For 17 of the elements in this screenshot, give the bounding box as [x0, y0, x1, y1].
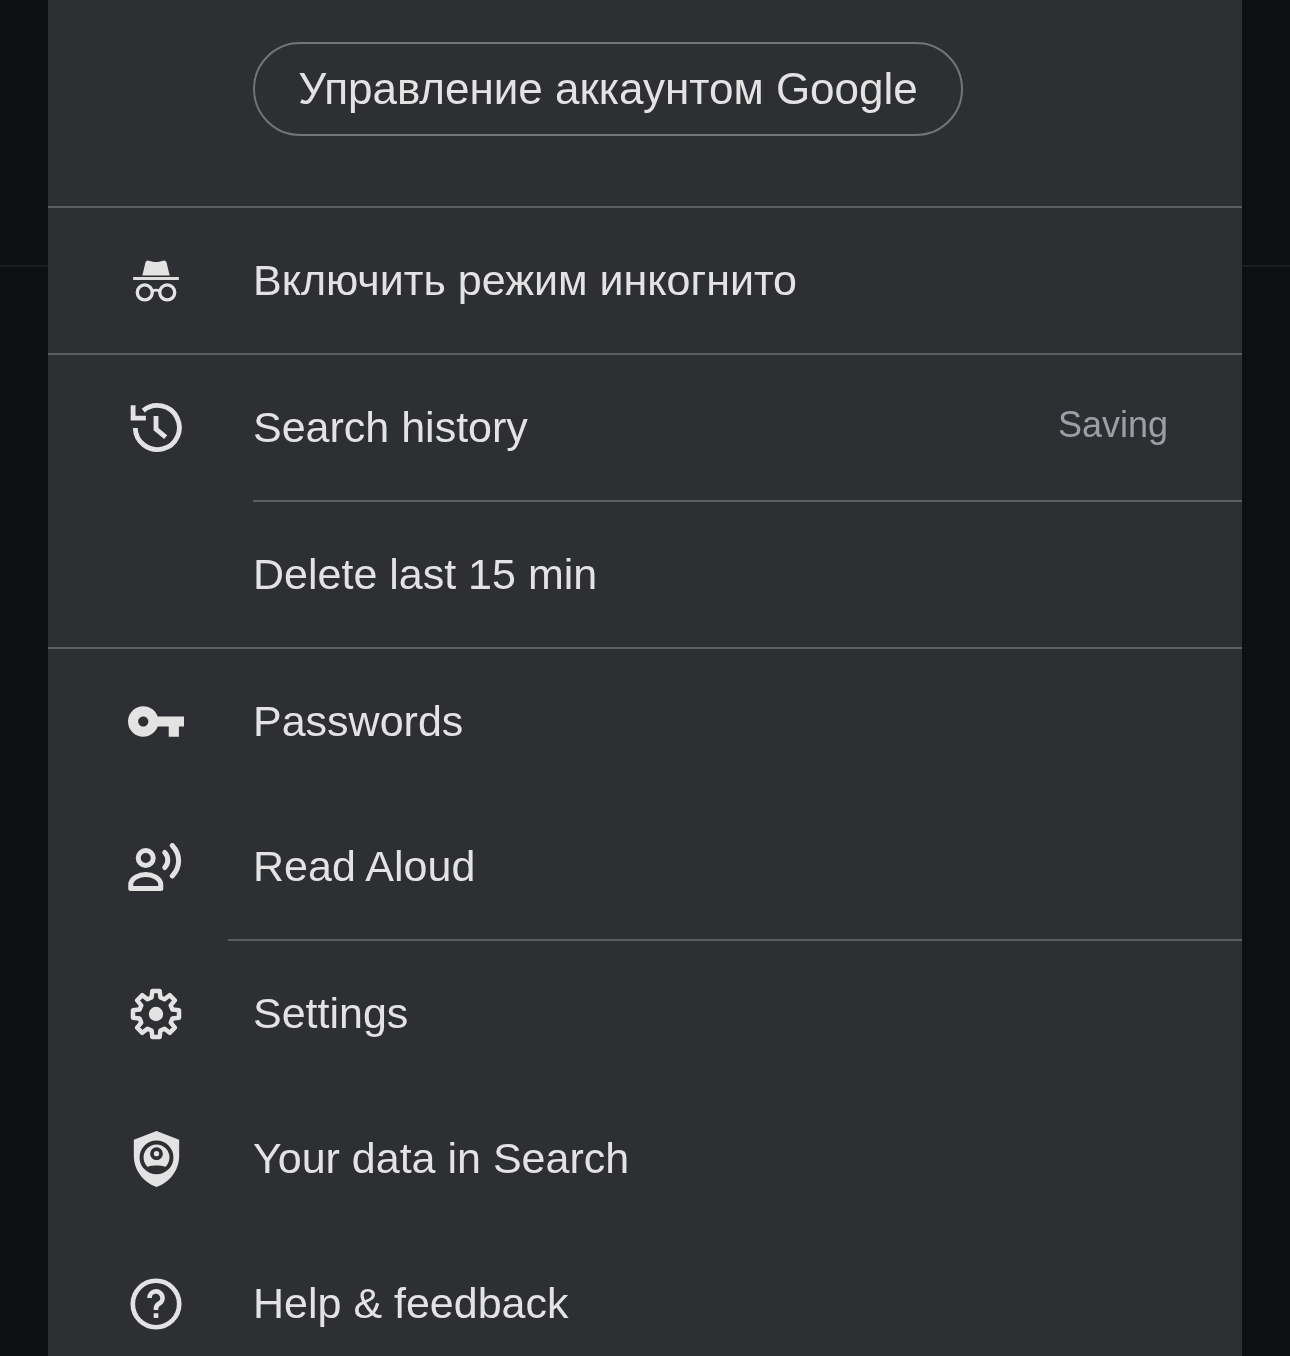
- key-icon: [128, 706, 184, 737]
- menu-item[interactable]: Help & feedback: [128, 1271, 569, 1336]
- speaking-person-icon: [128, 842, 184, 891]
- manage-account-button[interactable]: Управление аккаунтом Google: [253, 42, 963, 136]
- history-icon: [130, 401, 182, 454]
- status-text: Saving: [1057, 402, 1168, 447]
- menu-item[interactable]: Read Aloud: [128, 834, 476, 899]
- menu-item[interactable]: Passwords: [128, 689, 464, 754]
- shield-person-icon: [132, 1130, 180, 1187]
- menu-item[interactable]: Включить режим инкогнито: [128, 248, 798, 313]
- settings-icon: [130, 987, 182, 1040]
- menu-item[interactable]: Search history: [128, 395, 528, 460]
- menu-item[interactable]: Delete last 15 min: [253, 542, 598, 607]
- help-icon: [130, 1277, 182, 1330]
- menu-item[interactable]: Settings: [128, 981, 409, 1046]
- incognito-icon: [133, 259, 179, 302]
- menu-item[interactable]: Your data in Search: [128, 1126, 630, 1191]
